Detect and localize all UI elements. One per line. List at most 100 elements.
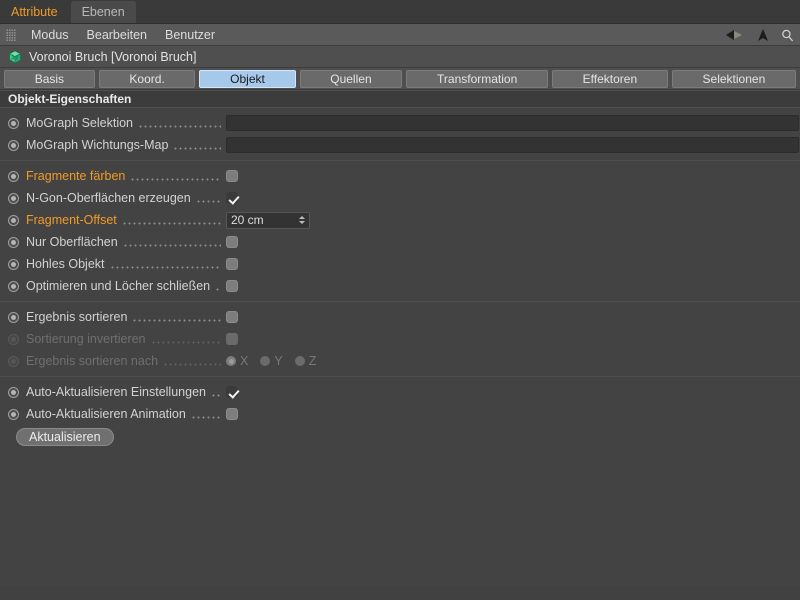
mograph-wichtungs-map-input[interactable] (226, 137, 799, 153)
leader-dots (210, 386, 221, 398)
grip-dots-icon[interactable] (6, 28, 16, 41)
search-icon[interactable] (781, 29, 794, 42)
leader-dots (195, 192, 221, 204)
menu-item-benutzer[interactable]: Benutzer (156, 24, 224, 46)
property-group-sorting: Ergebnis sortieren Sortierung invertiere… (0, 302, 800, 376)
property-label: Sortierung invertieren (26, 332, 146, 346)
optimieren-checkbox[interactable] (226, 280, 238, 292)
property-label: Auto-Aktualisieren Einstellungen (26, 385, 206, 399)
tab-label: Objekt (230, 71, 265, 86)
row-auto-aktualisieren-animation[interactable]: Auto-Aktualisieren Animation (0, 403, 800, 425)
row-fragment-offset[interactable]: Fragment-Offset 20 cm (0, 209, 800, 231)
aktualisieren-button[interactable]: Aktualisieren (16, 428, 114, 446)
object-title: Voronoi Bruch [Voronoi Bruch] (29, 49, 197, 64)
leader-dots (173, 139, 221, 151)
fragment-offset-input[interactable]: 20 cm (226, 211, 310, 229)
property-label: Ergebnis sortieren (26, 310, 128, 324)
row-sortierung-invertieren: Sortierung invertieren (0, 328, 800, 350)
tab-label: Effektoren (582, 71, 638, 86)
properties-body: Objekt-Eigenschaften MoGraph Selektion M… (0, 90, 800, 586)
row-fragmente-faerben[interactable]: Fragmente färben (0, 165, 800, 187)
tab-selektionen[interactable]: Selektionen (671, 69, 796, 88)
animation-bullet-icon[interactable] (8, 139, 19, 151)
tab-objekt[interactable]: Objekt (199, 69, 296, 88)
animation-bullet-icon[interactable] (8, 311, 19, 323)
mograph-selektion-input[interactable] (226, 115, 799, 131)
row-optimieren-und-loecher-schliessen[interactable]: Optimieren und Löcher schließen (0, 275, 800, 297)
property-label: Fragment-Offset (26, 213, 117, 227)
row-hohles-objekt[interactable]: Hohles Objekt (0, 253, 800, 275)
property-label: Fragmente färben (26, 169, 126, 183)
leader-dots (138, 117, 221, 129)
property-group-selections: MoGraph Selektion MoGraph Wichtungs-Map (0, 108, 800, 160)
window-tab-ebenen[interactable]: Ebenen (70, 1, 136, 23)
window-tab-bar: Attribute Ebenen (0, 0, 800, 24)
animation-bullet-icon[interactable] (8, 214, 19, 226)
tab-label: Transformation (437, 71, 518, 86)
tab-koord[interactable]: Koord. (98, 69, 196, 88)
leader-dots (163, 355, 221, 367)
voronoi-fracture-cube-icon (8, 49, 22, 64)
sort-axis-radio-x (226, 356, 236, 366)
up-arrow-icon[interactable] (757, 28, 769, 42)
object-header: Voronoi Bruch [Voronoi Bruch] (0, 46, 800, 68)
leader-dots (215, 280, 221, 292)
leader-dots (109, 258, 221, 270)
animation-bullet-icon[interactable] (8, 280, 19, 292)
row-mograph-selektion[interactable]: MoGraph Selektion (0, 112, 800, 134)
row-ergebnis-sortieren[interactable]: Ergebnis sortieren (0, 306, 800, 328)
leader-dots (190, 408, 221, 420)
attribute-tab-strip: Basis Koord. Objekt Quellen Transformati… (0, 68, 800, 90)
leader-dots (132, 311, 221, 323)
menu-item-modus[interactable]: Modus (22, 24, 78, 46)
animation-bullet-icon[interactable] (8, 170, 19, 182)
row-ergebnis-sortieren-nach: Ergebnis sortieren nach X Y Z (0, 350, 800, 372)
animation-bullet-icon[interactable] (8, 192, 19, 204)
property-group-auto-update: Auto-Aktualisieren Einstellungen Auto-Ak… (0, 377, 800, 453)
property-group-fragments: Fragmente färben N-Gon-Oberflächen erzeu… (0, 161, 800, 301)
property-label: N-Gon-Oberflächen erzeugen (26, 191, 191, 205)
animation-bullet-icon (8, 355, 19, 367)
menu-item-bearbeiten[interactable]: Bearbeiten (78, 24, 156, 46)
sort-axis-radio-group: X Y Z (226, 354, 324, 368)
back-arrow-icon[interactable] (725, 29, 745, 41)
animation-bullet-icon[interactable] (8, 408, 19, 420)
nav-icon-group (725, 24, 794, 46)
animation-bullet-icon[interactable] (8, 386, 19, 398)
property-label: Nur Oberflächen (26, 235, 118, 249)
row-nur-oberflaechen[interactable]: Nur Oberflächen (0, 231, 800, 253)
property-label: MoGraph Wichtungs-Map (26, 138, 169, 152)
ergebnis-sortieren-checkbox[interactable] (226, 311, 238, 323)
property-label: MoGraph Selektion (26, 116, 134, 130)
sort-axis-label-z: Z (308, 354, 317, 368)
tab-quellen[interactable]: Quellen (299, 69, 403, 88)
row-auto-aktualisieren-einstellungen[interactable]: Auto-Aktualisieren Einstellungen (0, 381, 800, 403)
tab-transformation[interactable]: Transformation (406, 69, 548, 88)
sort-axis-radio-z (294, 356, 305, 366)
window-tab-attribute[interactable]: Attribute (0, 1, 69, 23)
animation-bullet-icon (8, 333, 19, 345)
tab-basis[interactable]: Basis (4, 69, 95, 88)
sort-axis-label-x: X (240, 354, 249, 368)
animation-bullet-icon[interactable] (8, 236, 19, 248)
fragment-offset-value: 20 cm (231, 213, 264, 227)
animation-bullet-icon[interactable] (8, 258, 19, 270)
animation-bullet-icon[interactable] (8, 117, 19, 129)
update-button-row: Aktualisieren (0, 425, 800, 449)
aktualisieren-button-label: Aktualisieren (29, 430, 101, 444)
tab-effektoren[interactable]: Effektoren (551, 69, 668, 88)
ngon-oberflaechen-checkbox[interactable] (226, 192, 238, 204)
auto-einstellungen-checkbox[interactable] (226, 386, 238, 398)
property-label: Auto-Aktualisieren Animation (26, 407, 186, 421)
tab-label: Selektionen (702, 71, 766, 86)
nur-oberflaechen-checkbox[interactable] (226, 236, 238, 248)
hohles-objekt-checkbox[interactable] (226, 258, 238, 270)
row-ngon-oberflaechen-erzeugen[interactable]: N-Gon-Oberflächen erzeugen (0, 187, 800, 209)
property-label: Optimieren und Löcher schließen (26, 279, 211, 293)
auto-animation-checkbox[interactable] (226, 408, 238, 420)
window-tab-label: Ebenen (81, 5, 125, 19)
row-mograph-wichtungs-map[interactable]: MoGraph Wichtungs-Map (0, 134, 800, 156)
tab-label: Quellen (330, 71, 372, 86)
stepper-icon[interactable] (298, 214, 305, 226)
fragmente-faerben-checkbox[interactable] (226, 170, 238, 182)
